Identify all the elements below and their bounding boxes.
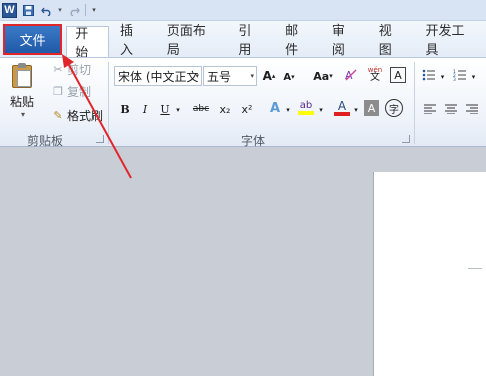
paste-dropdown-icon[interactable]: ▾ — [21, 110, 25, 119]
numbering-icon[interactable]: 123 — [452, 67, 468, 83]
customize-toolbar-icon[interactable]: ▾ — [90, 3, 98, 17]
font-size-dropdown-icon: ▾ — [250, 72, 254, 80]
numbering-dropdown-icon[interactable]: ▾ — [470, 69, 477, 85]
grow-font-button[interactable]: A ▴ — [262, 68, 276, 84]
cut-button[interactable]: ✂ 剪切 — [52, 61, 91, 78]
format-painter-button[interactable]: ✎ 格式刷 — [52, 107, 103, 124]
font-name-dropdown-icon: ▾ — [195, 72, 199, 80]
highlight-dropdown-icon[interactable]: ▾ — [317, 102, 325, 118]
character-border-button[interactable]: A — [390, 67, 406, 83]
text-effects-button[interactable]: A — [268, 100, 282, 116]
font-color-button[interactable]: A — [333, 100, 351, 116]
tab-insert[interactable]: 插入 — [109, 21, 156, 58]
copy-icon: ❐ — [53, 85, 63, 98]
ribbon-tabs: 文件 开始 插入 页面布局 引用 邮件 审阅 视图 开发工具 — [0, 21, 486, 61]
align-left-icon[interactable] — [423, 101, 437, 117]
brush-icon: ✎ — [53, 109, 63, 122]
paste-button[interactable]: 粘贴 — [10, 93, 34, 110]
group-separator — [108, 62, 109, 144]
page-margin-marker — [468, 268, 482, 269]
bold-button[interactable]: B — [118, 101, 132, 117]
enclose-characters-button[interactable]: 字 — [385, 99, 403, 117]
undo-dropdown-icon[interactable]: ▾ — [57, 3, 63, 17]
align-right-icon[interactable] — [465, 101, 479, 117]
font-name-select[interactable]: 宋体 (中文正文 ▾ — [114, 66, 202, 86]
italic-button[interactable]: I — [138, 101, 152, 117]
scissors-icon: ✂ — [53, 63, 63, 76]
highlight-color-bar — [298, 111, 314, 115]
tab-home[interactable]: 开始 — [66, 26, 110, 61]
text-effects-dropdown-icon[interactable]: ▾ — [284, 102, 292, 118]
change-case-button[interactable]: Aa ▾ — [312, 68, 334, 84]
underline-dropdown-icon[interactable]: ▾ — [174, 102, 182, 118]
phonetic-guide-button[interactable]: wén 文 — [366, 66, 384, 83]
word-app-icon[interactable]: W — [2, 2, 17, 18]
toolbar-separator — [85, 4, 86, 16]
font-color-bar — [334, 111, 350, 116]
shrink-font-button[interactable]: A ▾ — [282, 69, 296, 85]
tab-developer[interactable]: 开发工具 — [414, 21, 486, 58]
font-color-dropdown-icon[interactable]: ▾ — [352, 102, 360, 118]
group-separator — [414, 62, 415, 144]
clipboard-launcher-icon[interactable] — [96, 135, 104, 143]
font-launcher-icon[interactable] — [402, 135, 410, 143]
tab-review[interactable]: 审阅 — [321, 21, 368, 58]
font-size-select[interactable]: 五号 ▾ — [203, 66, 257, 86]
save-icon[interactable] — [21, 3, 35, 17]
highlight-button[interactable]: ab — [297, 100, 315, 116]
copy-button[interactable]: ❐ 复制 — [52, 83, 91, 100]
ribbon-home: 粘贴 ▾ ✂ 剪切 ❐ 复制 ✎ 格式刷 剪贴板 宋体 (中文正文 ▾ 五号 ▾… — [0, 57, 486, 148]
character-shading-button[interactable]: A — [364, 100, 379, 116]
tab-mailings[interactable]: 邮件 — [274, 21, 321, 58]
svg-text:3: 3 — [453, 77, 456, 81]
phonetic-guide-icon: 文 — [370, 72, 380, 83]
tab-page-layout[interactable]: 页面布局 — [156, 21, 228, 58]
strikethrough-button[interactable]: abc — [191, 101, 211, 117]
bullets-icon[interactable] — [421, 67, 437, 83]
tab-file[interactable]: 文件 — [3, 24, 63, 55]
document-page[interactable] — [373, 172, 486, 376]
tab-view[interactable]: 视图 — [368, 21, 415, 58]
align-center-icon[interactable] — [444, 101, 458, 117]
tab-references[interactable]: 引用 — [227, 21, 274, 58]
undo-icon[interactable] — [39, 3, 53, 17]
quick-access-toolbar: W ▾ ▾ — [0, 0, 486, 21]
clear-formatting-icon[interactable]: A — [343, 67, 359, 83]
bullets-dropdown-icon[interactable]: ▾ — [439, 69, 446, 85]
superscript-button[interactable]: x² — [239, 101, 255, 117]
paste-icon[interactable] — [12, 63, 34, 89]
subscript-button[interactable]: x₂ — [217, 101, 233, 117]
underline-button[interactable]: U — [158, 101, 172, 117]
redo-icon[interactable] — [67, 3, 81, 17]
